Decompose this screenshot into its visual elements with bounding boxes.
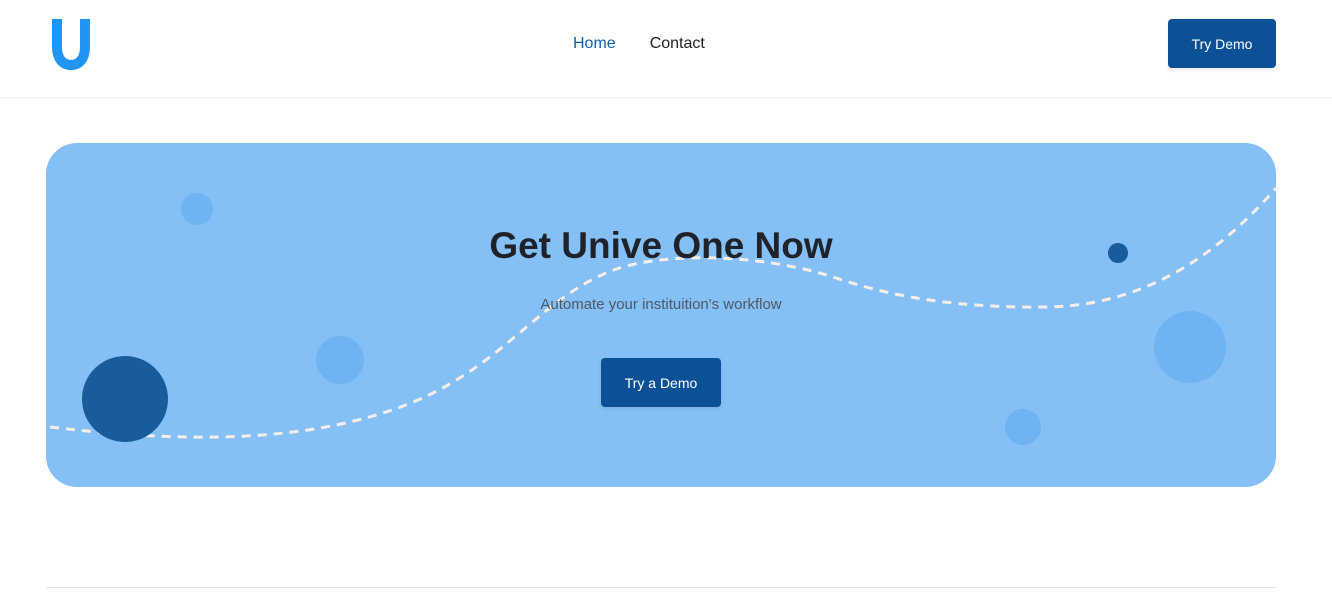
light-blue-circle-top-left	[181, 193, 213, 225]
try-a-demo-button[interactable]: Try a Demo	[601, 358, 721, 407]
hero-decorative-background	[49, 187, 1276, 445]
hero-title: Get Unive One Now	[489, 225, 833, 266]
main-nav: Home Contact	[573, 33, 705, 55]
dark-blue-circle-large	[82, 356, 168, 442]
nav-home-link[interactable]: Home	[573, 33, 616, 55]
hero-banner: Get Unive One Now Automate your institui…	[46, 143, 1276, 487]
site-header: Home Contact Try Demo	[0, 0, 1332, 98]
hero-subtitle: Automate your instituition's workflow	[540, 296, 782, 313]
nav-contact-link[interactable]: Contact	[650, 33, 705, 55]
light-blue-circle-mid-left	[316, 336, 364, 384]
light-blue-circle-bottom-right	[1005, 409, 1041, 445]
try-demo-button[interactable]: Try Demo	[1168, 19, 1276, 68]
u-logo-icon[interactable]	[50, 14, 92, 72]
light-blue-circle-right	[1154, 311, 1226, 383]
section-divider	[46, 587, 1276, 588]
